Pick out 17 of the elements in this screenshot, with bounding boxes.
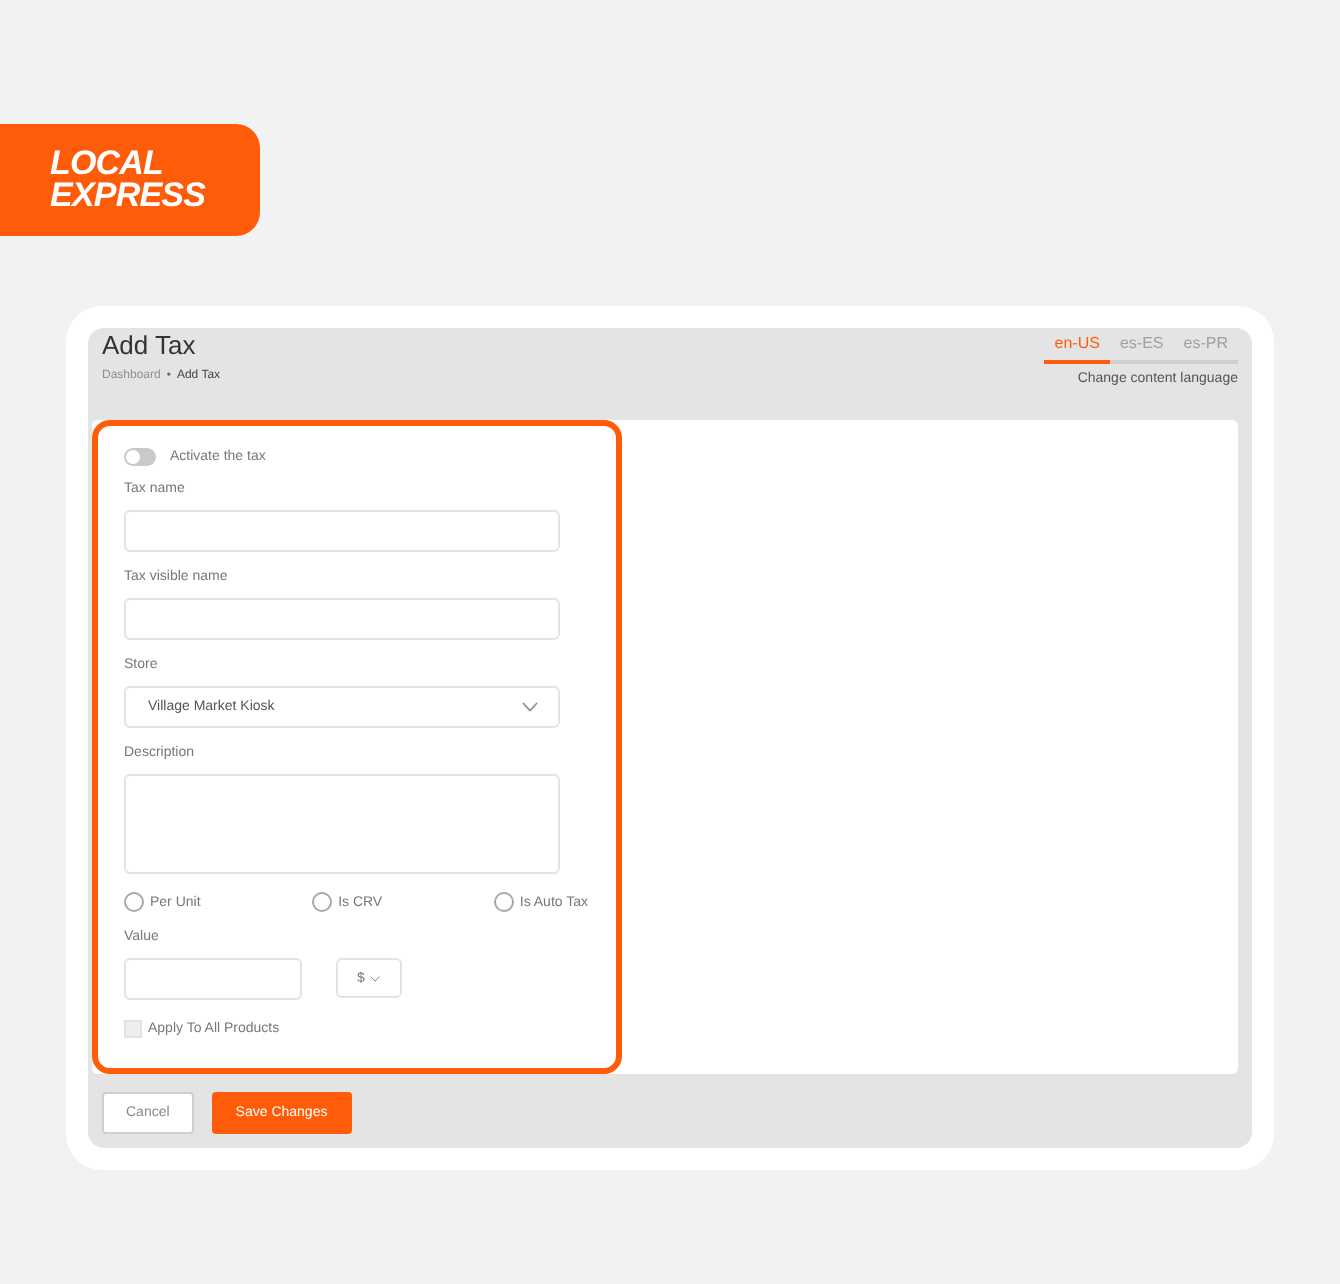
toggle-switch[interactable] [124,448,156,466]
chevron-down-icon [522,702,538,712]
input-field[interactable] [124,510,560,552]
language-tab[interactable]: es-PR [1173,332,1238,364]
textarea-field[interactable] [124,774,560,874]
language-tab[interactable]: es-ES [1109,332,1174,364]
page-title: Add Tax [102,330,196,362]
radio-button[interactable] [124,892,144,912]
chevron-down-icon [370,975,381,981]
input-field[interactable] [124,598,560,640]
logo-text: LOCAL [50,148,164,180]
logo-text: EXPRESS [50,180,206,212]
checkbox[interactable] [124,1020,142,1038]
radio-button[interactable] [312,892,333,912]
input-field[interactable] [124,958,302,1000]
radio-button[interactable] [493,892,514,912]
language-tab[interactable]: en-US [1044,332,1110,364]
